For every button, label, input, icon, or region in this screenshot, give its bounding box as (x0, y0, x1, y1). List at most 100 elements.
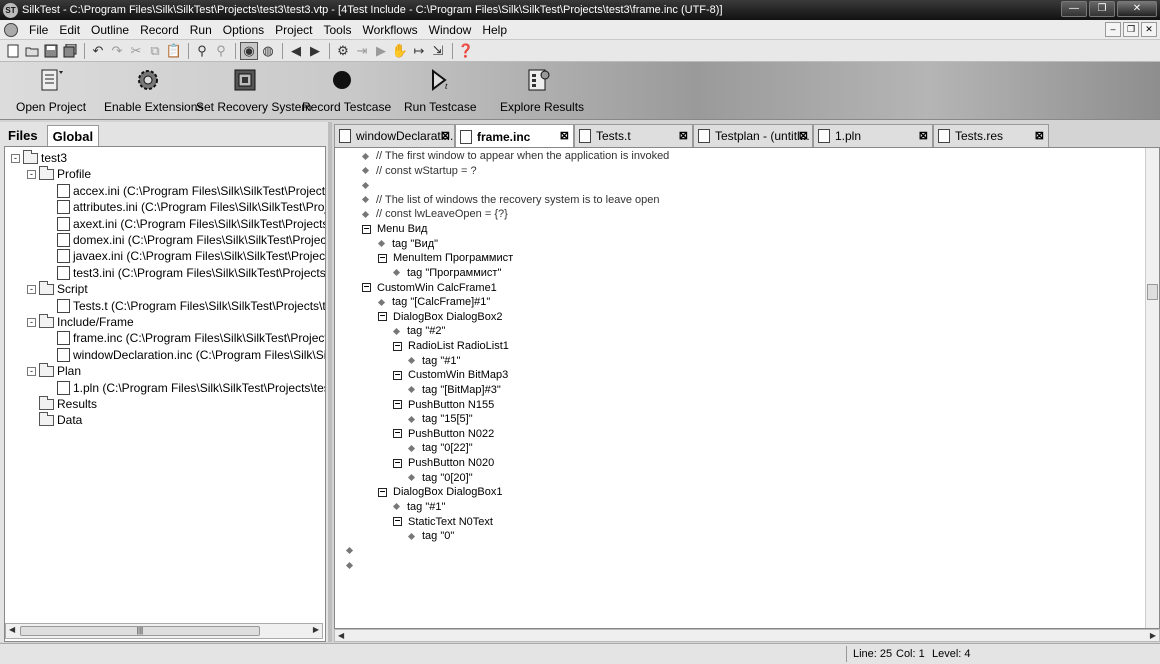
code-line[interactable]: tag "0[20]" (407, 471, 473, 485)
menu-record[interactable]: Record (135, 23, 185, 37)
mdi-minimize-button[interactable]: – (1105, 22, 1121, 37)
redo-icon[interactable]: ↷ (108, 42, 126, 60)
code-line[interactable]: // const wStartup = ? (361, 164, 477, 178)
tree-folder-node[interactable]: - Include/Frame (27, 313, 134, 330)
outline-collapse-icon[interactable]: – (393, 516, 402, 526)
code-line[interactable]: tag "0" (407, 529, 454, 543)
compile-icon[interactable]: ⚙ (334, 42, 352, 60)
code-line[interactable]: – StaticText N0Text (393, 515, 493, 529)
outline-collapse-icon[interactable]: – (393, 399, 402, 410)
pause-hand-icon[interactable]: ✋ (391, 42, 409, 60)
forward-arrow-icon[interactable]: ▶ (306, 42, 324, 60)
code-line[interactable]: // The first window to appear when the a… (361, 149, 669, 163)
cut-icon[interactable]: ✂ (127, 42, 145, 60)
code-line[interactable]: – DialogBox DialogBox1 (378, 485, 502, 499)
outline-collapse-icon[interactable]: – (393, 340, 402, 351)
tree-folder-node[interactable]: Results (27, 395, 97, 412)
tab-close-icon[interactable]: ⊠ (919, 129, 928, 142)
collapse-icon[interactable]: - (27, 366, 36, 376)
outline-collapse-icon[interactable]: – (393, 428, 402, 439)
tab-global[interactable]: Global (46, 125, 100, 148)
step-into-icon[interactable]: ⇥ (353, 42, 371, 60)
run-testcase-button[interactable]: t Run Testcase (404, 66, 477, 114)
outline-collapse-icon[interactable]: – (393, 369, 402, 380)
menu-window[interactable]: Window (424, 23, 478, 37)
close-button[interactable]: ✕ (1117, 1, 1157, 17)
tab-close-icon[interactable]: ⊠ (560, 129, 569, 142)
tab-close-icon[interactable]: ⊠ (1035, 129, 1044, 142)
outline-collapse-icon[interactable]: – (378, 311, 387, 322)
menu-outline[interactable]: Outline (86, 23, 135, 37)
menu-tools[interactable]: Tools (318, 23, 357, 37)
help-icon[interactable]: ❓ (457, 42, 475, 60)
new-file-icon[interactable] (4, 42, 22, 60)
tree-file-node[interactable]: axext.ini (C:\Program Files\Silk\SilkTes… (57, 216, 325, 232)
editor-tab[interactable]: 1.pln ⊠ (813, 124, 933, 147)
scroll-left-arrow-icon[interactable]: ◀ (9, 625, 15, 634)
code-line[interactable] (361, 178, 376, 192)
menu-options[interactable]: Options (218, 23, 270, 37)
mdi-restore-button[interactable]: ❐ (1123, 22, 1139, 37)
collapse-icon[interactable]: - (11, 153, 20, 163)
code-line[interactable]: tag "0[22]" (407, 441, 473, 455)
code-line[interactable]: – DialogBox DialogBox2 (378, 310, 502, 324)
tree-file-node[interactable]: 1.pln (C:\Program Files\Silk\SilkTest\Pr… (57, 380, 325, 396)
code-line[interactable]: tag "15[5]" (407, 412, 473, 426)
editor-tab[interactable]: Tests.t ⊠ (574, 124, 693, 147)
code-line[interactable]: tag "[CalcFrame]#1" (377, 295, 490, 309)
panel-splitter[interactable] (328, 122, 332, 642)
run-icon[interactable]: ▶ (372, 42, 390, 60)
editor-scroll-right-icon[interactable]: ▶ (1150, 631, 1156, 640)
tree-folder-node[interactable]: - test3 (11, 149, 67, 166)
tree-folder-node[interactable]: - Plan (27, 362, 81, 379)
menu-edit[interactable]: Edit (54, 23, 86, 37)
web-record-icon[interactable]: ◍ (259, 42, 277, 60)
tab-close-icon[interactable]: ⊠ (679, 129, 688, 142)
tree-horizontal-scrollbar[interactable]: ◀ ||| ▶ (5, 623, 323, 639)
editor-scroll-thumb[interactable] (1147, 284, 1158, 300)
code-line[interactable]: tag "#1" (407, 354, 460, 368)
menu-help[interactable]: Help (477, 23, 513, 37)
tree-file-node[interactable]: test3.ini (C:\Program Files\Silk\SilkTes… (57, 265, 325, 281)
copy-icon[interactable]: ⧉ (146, 42, 164, 60)
tab-files[interactable]: Files (3, 125, 43, 147)
tab-close-icon[interactable]: ⊠ (441, 129, 450, 142)
tree-folder-node[interactable]: Data (27, 411, 82, 428)
open-project-button[interactable]: Open Project (16, 66, 86, 114)
tree-file-node[interactable]: frame.inc (C:\Program Files\Silk\SilkTes… (57, 330, 325, 346)
outline-collapse-icon[interactable]: – (362, 223, 371, 234)
code-line[interactable] (345, 558, 360, 572)
code-line[interactable]: – RadioList RadioList1 (393, 339, 509, 353)
code-line[interactable]: // The list of windows the recovery syst… (361, 193, 659, 207)
editor-vertical-scrollbar[interactable] (1145, 148, 1159, 628)
collapse-icon[interactable]: - (27, 169, 36, 179)
code-line[interactable]: tag "Программист" (392, 266, 501, 280)
code-line[interactable]: – PushButton N155 (393, 398, 494, 412)
code-line[interactable]: – Menu Вид (362, 222, 427, 236)
outline-collapse-icon[interactable]: – (362, 282, 371, 293)
record-window-icon[interactable]: ◉ (240, 41, 258, 60)
tree-file-node[interactable]: domex.ini (C:\Program Files\Silk\SilkTes… (57, 232, 325, 248)
set-recovery-system-button[interactable]: Set Recovery System (196, 66, 311, 114)
paste-icon[interactable]: 📋 (165, 42, 183, 60)
code-line[interactable]: – CustomWin CalcFrame1 (362, 281, 497, 295)
collapse-icon[interactable]: - (27, 317, 36, 327)
code-line[interactable]: // const lwLeaveOpen = {?} (361, 207, 508, 221)
save-all-icon[interactable] (61, 42, 79, 60)
code-line[interactable]: tag "[BitMap]#3" (407, 383, 501, 397)
menu-run[interactable]: Run (185, 23, 218, 37)
code-line[interactable]: tag "Вид" (377, 237, 438, 251)
scroll-right-arrow-icon[interactable]: ▶ (313, 625, 319, 634)
editor-tab[interactable]: Testplan - (untitl... ⊠ (693, 124, 813, 147)
outline-collapse-icon[interactable]: – (378, 252, 387, 263)
tab-close-icon[interactable]: ⊠ (799, 129, 808, 142)
document-menu-icon[interactable] (4, 22, 18, 37)
menu-file[interactable]: File (24, 23, 54, 37)
explore-results-button[interactable]: Explore Results (500, 66, 584, 114)
code-line[interactable]: tag "#2" (392, 324, 445, 338)
save-icon[interactable] (42, 42, 60, 60)
outline-collapse-icon[interactable]: – (393, 457, 402, 468)
code-line[interactable]: – MenuItem Программист (378, 251, 513, 265)
open-file-icon[interactable] (23, 42, 41, 60)
code-line[interactable]: – PushButton N022 (393, 427, 494, 441)
